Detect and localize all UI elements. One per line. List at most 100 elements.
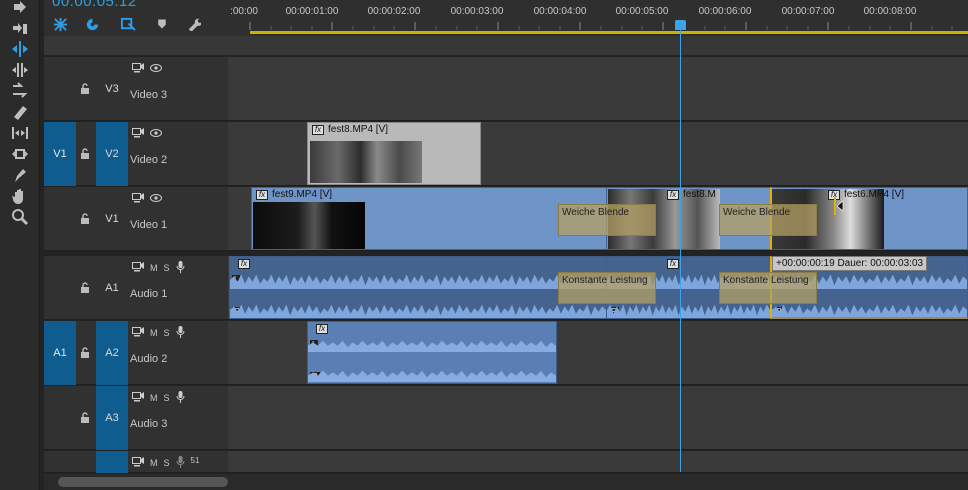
- mute-button[interactable]: M: [150, 328, 158, 338]
- solo-button[interactable]: S: [164, 328, 170, 338]
- ruler-tick-label: 00:00:07:00: [781, 6, 835, 17]
- razor-tool-icon[interactable]: [10, 103, 30, 121]
- transition-weiche-blende-2[interactable]: Weiche Blende: [719, 204, 817, 236]
- toggle-sync-icon[interactable]: [132, 193, 144, 205]
- track-select-tool-icon[interactable]: [10, 20, 30, 38]
- clip-title: fx fest9.MP4 [V]: [256, 189, 332, 200]
- work-area-bar[interactable]: [250, 31, 968, 34]
- track-lane-master[interactable]: [228, 451, 968, 473]
- target-track-master: [96, 451, 128, 473]
- rate-stretch-tool-icon[interactable]: [10, 82, 30, 100]
- scrollbar-thumb[interactable]: [58, 477, 228, 487]
- track-controls: [132, 193, 162, 205]
- transition-konstante-leistung-2[interactable]: Konstante Leistung: [719, 272, 817, 304]
- linked-selection-icon[interactable]: [120, 16, 136, 32]
- audio-clip-a2[interactable]: fx L R: [307, 321, 557, 384]
- lock-icon[interactable]: [80, 282, 92, 294]
- clip-fest9-v1[interactable]: fx fest9.MP4 [V]: [251, 187, 607, 250]
- ruler-tick-label: 00:00:03:00: [450, 6, 504, 17]
- microphone-icon[interactable]: [176, 326, 185, 340]
- fx-badge-icon: fx: [238, 259, 250, 269]
- track-header-video-1: V1 Video 1: [44, 187, 228, 251]
- timeline-scrollbar[interactable]: [44, 474, 968, 490]
- track-lane-video-3[interactable]: [228, 57, 968, 121]
- fx-badge-icon: fx: [256, 189, 268, 200]
- eye-icon[interactable]: [150, 193, 162, 205]
- rolling-edit-tool-icon[interactable]: [10, 61, 30, 79]
- clip-fest8-v2[interactable]: fx fest8.MP4 [V]: [307, 122, 481, 185]
- solo-button[interactable]: S: [164, 458, 170, 468]
- toggle-sync-icon[interactable]: [132, 327, 144, 339]
- waveform-right: [230, 304, 606, 318]
- hand-tool-icon[interactable]: [10, 187, 30, 205]
- track-controls: M S 51: [132, 456, 199, 470]
- toggle-sync-icon[interactable]: [132, 262, 144, 274]
- ripple-edit-cursor-icon: [833, 197, 845, 215]
- playhead-timecode[interactable]: 00:00:05:12: [52, 0, 137, 10]
- toggle-sync-icon[interactable]: [132, 63, 144, 75]
- lock-icon[interactable]: [80, 148, 92, 160]
- waveform-left: [308, 340, 556, 352]
- fx-badge-icon: fx: [312, 124, 324, 135]
- lock-icon[interactable]: [80, 347, 92, 359]
- snap-icon[interactable]: [84, 16, 100, 32]
- add-marker-icon[interactable]: [154, 16, 170, 32]
- toggle-sync-icon[interactable]: [132, 457, 144, 469]
- target-track-a1[interactable]: A1: [96, 281, 128, 295]
- track-header-master: M S 51: [44, 451, 228, 473]
- source-patch-a1[interactable]: A1: [44, 321, 76, 385]
- nest-sequence-icon[interactable]: [52, 16, 68, 32]
- source-patch-v1[interactable]: V1: [44, 122, 76, 186]
- track-controls: M S: [132, 261, 185, 275]
- eye-icon[interactable]: [150, 63, 162, 75]
- track-header-video-3: V3 Video 3: [44, 57, 228, 121]
- ruler-tick-label: 00:00:02:00: [367, 6, 421, 17]
- playhead-line[interactable]: [680, 20, 681, 472]
- track-header-video-2: V1 V2 Video 2: [44, 122, 228, 186]
- ruler-tick-label: 00:00:06:00: [698, 6, 752, 17]
- microphone-icon[interactable]: [176, 391, 185, 405]
- track-header-audio-3: M S A3 Audio 3: [44, 386, 228, 450]
- ripple-edit-tool-icon[interactable]: [10, 40, 30, 58]
- microphone-icon[interactable]: [176, 261, 185, 275]
- slip-tool-icon[interactable]: [10, 124, 30, 142]
- transition-weiche-blende-1[interactable]: Weiche Blende: [558, 204, 656, 236]
- fx-badge-icon: fx: [667, 259, 679, 269]
- fx-badge-icon: fx: [667, 189, 679, 200]
- wrench-settings-icon[interactable]: [186, 16, 202, 32]
- target-track-a3[interactable]: A3: [96, 386, 128, 450]
- target-track-v2[interactable]: V2: [96, 122, 128, 186]
- track-name: Audio 2: [130, 353, 168, 365]
- lock-icon[interactable]: [80, 213, 92, 225]
- mute-button[interactable]: M: [150, 458, 158, 468]
- pen-tool-icon[interactable]: [10, 166, 30, 184]
- track-lane-audio-3[interactable]: [228, 386, 968, 450]
- track-name: Audio 3: [130, 418, 168, 430]
- mute-button[interactable]: M: [150, 393, 158, 403]
- clip-thumbnail: [253, 202, 365, 249]
- edit-tooltip: +00:00:00:19 Dauer: 00:00:03:03: [772, 256, 928, 271]
- selection-tool-icon[interactable]: [10, 0, 30, 18]
- solo-button[interactable]: S: [164, 263, 170, 273]
- transition-konstante-leistung-1[interactable]: Konstante Leistung: [558, 272, 656, 304]
- solo-button[interactable]: S: [164, 393, 170, 403]
- ruler-tick-label: 00:00:01:00: [285, 6, 339, 17]
- target-track-v3[interactable]: V3: [96, 82, 128, 96]
- track-controls: [132, 128, 162, 140]
- ruler-tick-label: 00:00:04:00: [533, 6, 587, 17]
- mute-button[interactable]: M: [150, 263, 158, 273]
- toggle-sync-icon[interactable]: [132, 128, 144, 140]
- target-track-a2[interactable]: A2: [96, 321, 128, 385]
- lock-icon[interactable]: [80, 412, 92, 424]
- microphone-icon[interactable]: [176, 456, 185, 470]
- slide-tool-icon[interactable]: [10, 145, 30, 163]
- eye-icon[interactable]: [150, 128, 162, 140]
- target-track-v1[interactable]: V1: [96, 212, 128, 226]
- audio-clip-a1-1[interactable]: fx L R: [229, 256, 607, 319]
- ruler-tick-label: 00:00:05:00: [615, 6, 669, 17]
- clip-thumbnail: [310, 141, 422, 183]
- ruler-tick-label: :00:00: [230, 6, 258, 17]
- toggle-sync-icon[interactable]: [132, 392, 144, 404]
- lock-icon[interactable]: [80, 83, 92, 95]
- zoom-tool-icon[interactable]: [10, 208, 30, 226]
